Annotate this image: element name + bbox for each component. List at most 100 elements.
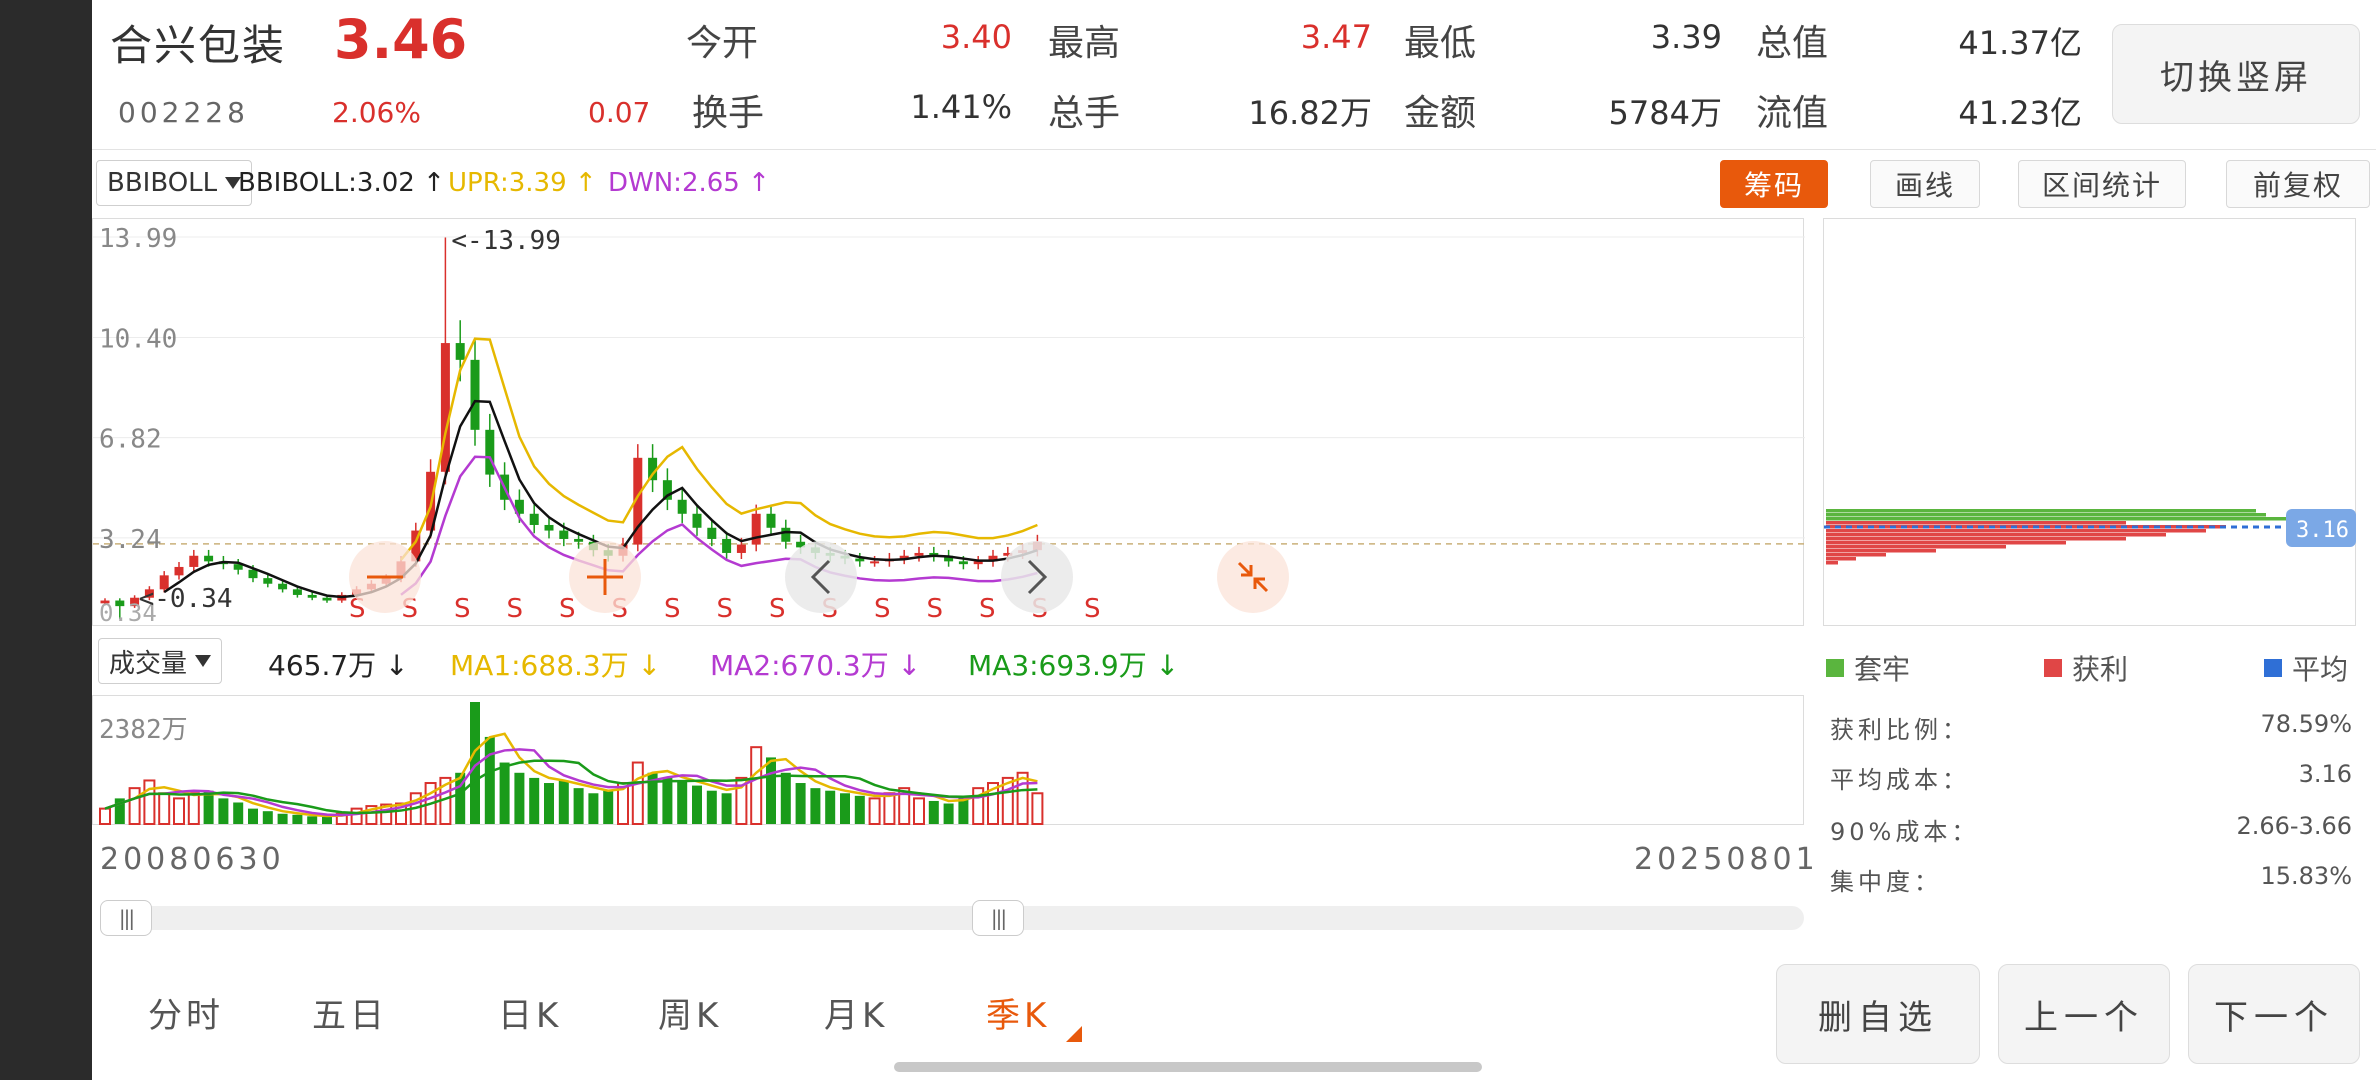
quote-header: 合兴包装 3.46 002228 2.06% 0.07 今开 3.40 最高 3…	[92, 0, 2376, 150]
volume-indicator-bar: 成交量 465.7万 ↓ MA1:688.3万 ↓ MA2:670.3万 ↓ M…	[92, 634, 1804, 688]
stat-value-avg-cost: 3.16	[2298, 760, 2352, 788]
tab-five-day[interactable]: 五日	[312, 988, 388, 1037]
quote-value-high: 3.47	[1300, 18, 1372, 56]
quote-label-amount: 金额	[1404, 93, 1477, 134]
chip-bar	[1826, 509, 2256, 513]
quote-value-turnover: 1.41%	[910, 88, 1012, 126]
collapse-button[interactable]	[1217, 541, 1289, 613]
forward-adjust-button[interactable]: 前复权	[2226, 160, 2370, 208]
volume-bar	[292, 814, 303, 824]
quote-value-total-volume: 16.82万	[1248, 94, 1372, 132]
range-scrollbar[interactable]: ||| |||	[100, 900, 1804, 936]
stat-label-90-cost: 90%成本：	[1830, 818, 1980, 846]
legend-trapped: 套牢	[1826, 648, 1910, 688]
indicator-bar: BBIBOLL BBIBOLL:3.02 ↑ UPR:3.39 ↑ DWN:2.…	[92, 150, 2376, 218]
volume-bar	[662, 777, 673, 824]
quote-label-total-value: 总值	[1756, 23, 1829, 64]
previous-button[interactable]: 上一个	[1998, 964, 2170, 1064]
volume-bar	[631, 761, 644, 825]
volume-axis-max: 2382万	[99, 715, 188, 745]
volume-bar	[218, 798, 229, 824]
remove-watchlist-button[interactable]: 删自选	[1776, 964, 1980, 1064]
volume-bar	[233, 802, 244, 824]
stat-value-profit-ratio: 78.59%	[2260, 710, 2352, 738]
change-amount: 0.07	[588, 96, 651, 129]
volume-bar	[143, 779, 156, 825]
stat-value-90-cost: 2.66-3.66	[2236, 812, 2352, 840]
upr-value: UPR:3.39 ↑	[448, 168, 597, 198]
chip-bar	[1826, 529, 2206, 533]
volume-selector[interactable]: 成交量	[98, 638, 223, 684]
scroll-left-button[interactable]	[785, 541, 857, 613]
tab-daily-k[interactable]: 日K	[498, 988, 562, 1037]
quote-label-float-value: 流值	[1756, 93, 1829, 134]
chips-button[interactable]: 筹码	[1720, 160, 1828, 208]
volume-bar	[173, 797, 185, 825]
volume-bar	[558, 780, 569, 824]
stock-name: 合兴包装	[110, 21, 287, 70]
legend-profit: 获利	[2044, 648, 2128, 688]
range-handle-left[interactable]: |||	[100, 900, 152, 936]
stock-code: 002228	[118, 96, 249, 129]
quote-label-total-volume: 总手	[1048, 93, 1121, 134]
volume-bar	[262, 811, 273, 824]
volume-bar	[868, 797, 881, 825]
chip-svg: 3.16	[1824, 509, 2356, 565]
chip-bar	[1826, 545, 2006, 549]
volume-bar	[203, 790, 214, 824]
volume-bar	[322, 816, 332, 824]
bbiboll-value: BBIBOLL:3.02 ↑	[238, 168, 445, 198]
switch-portrait-button[interactable]: 切换竖屏	[2112, 24, 2360, 124]
quote-label-high: 最高	[1048, 23, 1121, 64]
tab-quarterly-k[interactable]: 季K	[986, 988, 1050, 1037]
volume-bar	[810, 788, 821, 824]
volume-bar	[677, 780, 688, 824]
scroll-right-button[interactable]	[1001, 541, 1073, 613]
chip-bar	[1826, 537, 2126, 541]
kline-chart[interactable]: SSSSSSSSSSSSSSS 13.9910.406.823.240.34<-…	[92, 218, 1805, 627]
quote-value-low: 3.39	[1650, 18, 1722, 56]
volume-bar	[766, 757, 776, 824]
tab-weekly-k[interactable]: 周K	[658, 988, 722, 1037]
volume-bar	[588, 793, 599, 824]
chart-overlay	[349, 541, 1289, 613]
active-tab-indicator	[1066, 1026, 1082, 1042]
volume-bar	[928, 800, 939, 824]
legend-average: 平均	[2264, 648, 2348, 688]
indicator-selector[interactable]: BBIBOLL	[96, 160, 253, 206]
change-percent: 2.06%	[332, 96, 421, 129]
tab-intraday[interactable]: 分时	[148, 988, 224, 1037]
volume-bar	[1031, 792, 1044, 826]
volume-bar	[913, 797, 925, 825]
chip-bar	[1826, 549, 1936, 553]
range-stats-button[interactable]: 区间统计	[2018, 160, 2186, 208]
volume-bar	[128, 787, 141, 825]
volume-chart[interactable]: 2382万	[92, 695, 1804, 826]
dwn-value: DWN:2.65 ↑	[608, 168, 770, 198]
volume-bar	[721, 793, 732, 824]
chip-bar	[1826, 521, 2126, 525]
volume-bar	[544, 783, 554, 824]
volume-bar	[1016, 771, 1029, 826]
range-handle-right[interactable]: |||	[972, 900, 1024, 936]
stat-label-avg-cost: 平均成本：	[1830, 766, 1970, 794]
quote-label-low: 最低	[1404, 23, 1477, 64]
volume-bar	[780, 772, 791, 824]
legend-swatch	[1826, 659, 1844, 677]
chip-bar	[1826, 541, 2066, 545]
volume-bar	[692, 785, 702, 824]
draw-line-button[interactable]: 画线	[1870, 160, 1980, 208]
quote-value-amount: 5784万	[1608, 94, 1722, 132]
stat-label-concentration: 集中度：	[1830, 868, 1942, 896]
volume-bar	[158, 792, 171, 826]
volume-bar	[307, 816, 318, 824]
volume-bar	[706, 790, 717, 824]
legend-label: 获利	[2072, 653, 2129, 686]
volume-bar	[883, 792, 896, 826]
volume-bar	[750, 746, 763, 825]
volume-svg: 2382万	[99, 702, 1044, 826]
tab-monthly-k[interactable]: 月K	[824, 988, 888, 1037]
volume-selector-label: 成交量	[109, 648, 188, 679]
next-button[interactable]: 下一个	[2188, 964, 2360, 1064]
left-rail	[0, 0, 92, 1080]
